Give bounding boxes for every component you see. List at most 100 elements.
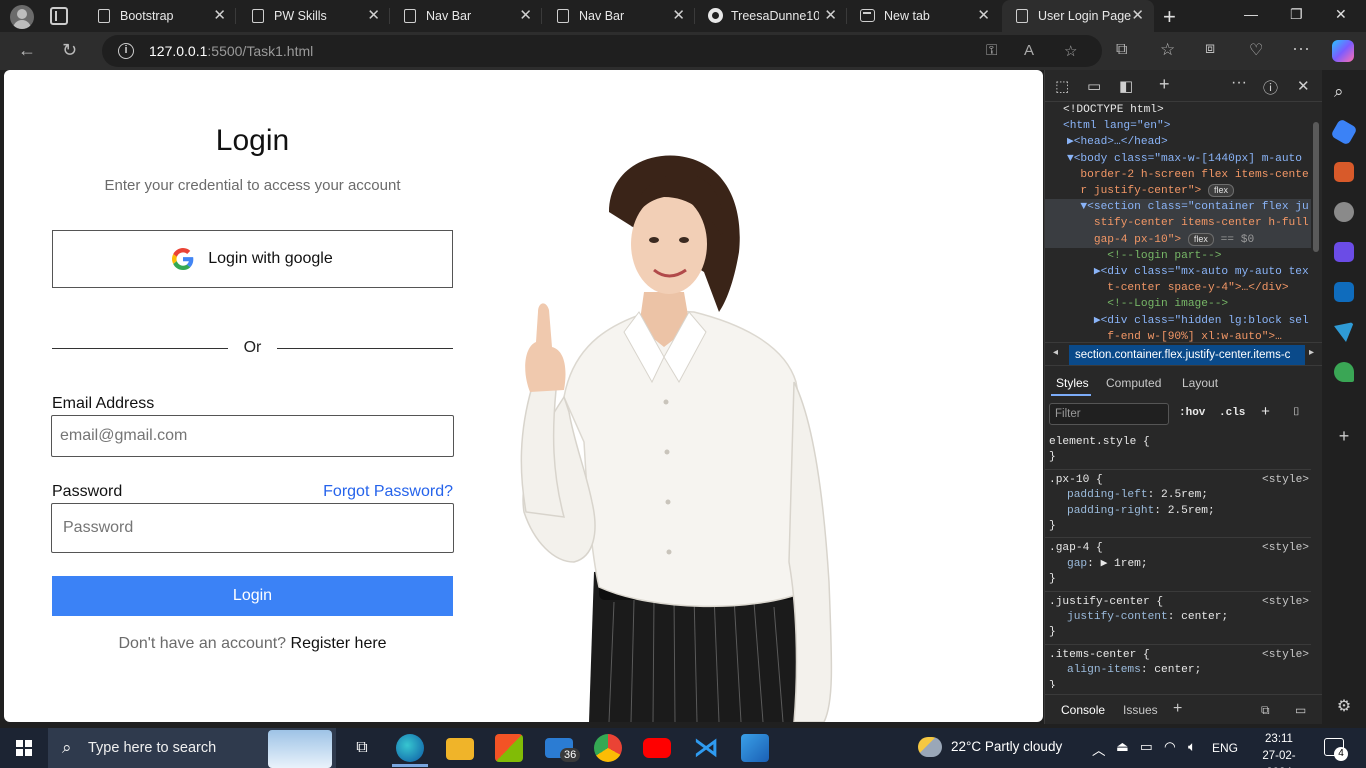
hov-toggle[interactable]: :hov xyxy=(1179,407,1205,419)
read-aloud-icon[interactable]: A xyxy=(1024,42,1034,59)
forgot-password-link[interactable]: Forgot Password? xyxy=(304,483,453,501)
dom-line[interactable]: t-center space-y-4">…</div> xyxy=(1045,280,1311,296)
rule-property[interactable]: justify-content: center; xyxy=(1049,610,1307,625)
tree-icon[interactable] xyxy=(1334,362,1354,382)
tab-console[interactable]: Console xyxy=(1061,703,1105,717)
rule-source[interactable]: <style> xyxy=(1262,648,1309,663)
minimize-icon[interactable]: — xyxy=(1244,6,1258,22)
tab-nav-bar[interactable]: Nav Bar ✕ xyxy=(390,0,542,32)
close-icon[interactable]: ✕ xyxy=(519,6,532,24)
undock-icon[interactable]: ▭ xyxy=(1295,703,1306,717)
paint-brush-icon[interactable]: ⌷ xyxy=(1293,407,1300,419)
help-icon[interactable]: ⓘ xyxy=(1263,77,1278,98)
more-menu-icon[interactable]: ··· xyxy=(1292,38,1310,59)
login-with-google-button[interactable]: Login with google xyxy=(52,230,453,288)
tab-user-login-page[interactable]: User Login Page ✕ xyxy=(1002,0,1154,32)
dom-line-selected[interactable]: gap-4 px-10"> flex == $0 xyxy=(1045,231,1311,248)
register-link[interactable]: Register here xyxy=(291,635,387,652)
tab-styles[interactable]: Styles xyxy=(1056,376,1089,390)
clock[interactable]: 23:11 27-02-2024 xyxy=(1250,731,1308,768)
back-icon[interactable]: ← xyxy=(18,40,36,61)
style-rule[interactable]: element.style { } xyxy=(1045,432,1311,470)
split-screen-icon[interactable]: ⧉ xyxy=(1116,41,1127,59)
dom-line[interactable]: <html lang="en"> xyxy=(1045,118,1311,134)
window-close-icon[interactable]: ✕ xyxy=(1335,6,1347,23)
new-tab-button[interactable]: + xyxy=(1163,4,1176,30)
tab-actions-icon[interactable] xyxy=(50,7,68,25)
restore-icon[interactable]: ❐ xyxy=(1290,6,1303,23)
favorite-star-icon[interactable]: ☆ xyxy=(1064,42,1077,60)
rule-property[interactable]: align-items: center; xyxy=(1049,663,1307,678)
dom-line[interactable]: r justify-center"> flex xyxy=(1045,183,1311,199)
wifi-icon[interactable]: ◠ xyxy=(1164,739,1176,755)
inspect-icon[interactable]: ⬚ xyxy=(1055,77,1069,95)
dom-line-selected[interactable]: stify-center items-center h-full xyxy=(1045,215,1311,232)
dom-line-selected[interactable]: ▼<section class="container flex ju xyxy=(1045,199,1311,216)
profile-avatar-icon[interactable] xyxy=(10,5,34,29)
file-explorer-icon[interactable] xyxy=(446,738,474,760)
copilot-icon[interactable] xyxy=(1332,40,1354,62)
close-icon[interactable]: ✕ xyxy=(672,6,685,24)
vscode-icon[interactable]: ⋊ xyxy=(692,734,720,762)
chrome-icon[interactable] xyxy=(594,734,622,762)
styles-filter-input[interactable]: Filter xyxy=(1049,403,1169,425)
site-info-icon[interactable]: i xyxy=(118,43,134,59)
add-sidebar-app-icon[interactable]: + xyxy=(1334,426,1354,446)
store-icon[interactable] xyxy=(495,734,523,762)
show-hidden-icons[interactable]: ︿ xyxy=(1092,739,1106,759)
tab-nav-bar-2[interactable]: Nav Bar ✕ xyxy=(543,0,695,32)
send-icon[interactable] xyxy=(1334,322,1354,342)
dom-line[interactable]: ▶<head>…</head> xyxy=(1045,134,1311,150)
dom-line[interactable]: <!DOCTYPE html> xyxy=(1045,102,1311,118)
tab-bootstrap[interactable]: Bootstrap ✕ xyxy=(84,0,236,32)
close-icon[interactable]: ✕ xyxy=(367,6,380,24)
taskbar-search[interactable]: ⌕ Type here to search xyxy=(48,728,336,768)
devtools-close-icon[interactable]: ✕ xyxy=(1297,77,1310,95)
collections-icon[interactable]: ⧈ xyxy=(1205,40,1215,58)
outlook-icon[interactable] xyxy=(1334,282,1354,302)
tab-computed[interactable]: Computed xyxy=(1106,376,1161,390)
login-button[interactable]: Login xyxy=(52,576,453,616)
style-rule[interactable]: .justify-center { <style> justify-conten… xyxy=(1045,592,1311,645)
close-icon[interactable]: ✕ xyxy=(977,6,990,24)
password-field[interactable] xyxy=(51,503,454,553)
dom-line[interactable]: ▶<div class="mx-auto my-auto tex xyxy=(1045,264,1311,280)
shopping-tag-icon[interactable] xyxy=(1330,118,1358,146)
browser-essentials-icon[interactable]: ♡ xyxy=(1249,40,1263,60)
add-tab-icon[interactable]: + xyxy=(1159,74,1170,95)
tab-pw-skills[interactable]: PW Skills ✕ xyxy=(238,0,390,32)
usb-icon[interactable]: ⏏ xyxy=(1116,739,1129,755)
breadcrumb-item[interactable]: section.container.flex.justify-center.it… xyxy=(1069,345,1305,365)
microsoft365-icon[interactable] xyxy=(1334,242,1354,262)
tab-new-tab[interactable]: New tab ✕ xyxy=(848,0,1000,32)
dom-line[interactable]: <!--Login image--> xyxy=(1045,296,1311,312)
tools-briefcase-icon[interactable] xyxy=(1334,162,1354,182)
weather-text[interactable]: 22°C Partly cloudy xyxy=(951,739,1062,754)
elements-panel-icon[interactable]: ◧ xyxy=(1119,77,1133,95)
tab-layout[interactable]: Layout xyxy=(1182,376,1218,390)
rule-property[interactable]: padding-right: 2.5rem; xyxy=(1049,504,1307,519)
favorites-icon[interactable]: ☆ xyxy=(1160,40,1175,60)
devtools-more-icon[interactable]: ··· xyxy=(1231,74,1247,92)
edge-app-icon[interactable] xyxy=(396,734,424,762)
add-drawer-tab-icon[interactable]: + xyxy=(1173,700,1182,718)
search-icon[interactable]: ⌕ xyxy=(1334,82,1354,102)
style-rule[interactable]: .items-center { <style> align-items: cen… xyxy=(1045,645,1311,688)
elements-tree[interactable]: <!DOCTYPE html> <html lang="en"> ▶<head>… xyxy=(1045,102,1311,343)
tab-issues[interactable]: Issues xyxy=(1123,703,1158,717)
flex-badge[interactable]: flex xyxy=(1208,184,1235,198)
close-icon[interactable]: ✕ xyxy=(824,6,837,24)
device-icon[interactable]: ▭ xyxy=(1087,77,1101,95)
close-icon[interactable]: ✕ xyxy=(213,6,226,24)
address-bar[interactable]: i 127.0.0.1:5500/Task1.html ⚿ A ☆ xyxy=(102,35,1102,67)
flex-badge[interactable]: flex xyxy=(1187,232,1214,246)
style-rule[interactable]: .px-10 { <style> padding-left: 2.5rem; p… xyxy=(1045,470,1311,539)
dom-line[interactable]: ▼<body class="max-w-[1440px] m-auto xyxy=(1045,151,1311,167)
crumb-right-icon[interactable]: ▸ xyxy=(1309,347,1314,358)
rule-source[interactable]: <style> xyxy=(1262,541,1309,556)
rule-source[interactable]: <style> xyxy=(1262,595,1309,610)
rule-property[interactable]: padding-left: 2.5rem; xyxy=(1049,488,1307,503)
rule-property[interactable]: gap: ▶ 1rem; xyxy=(1049,557,1307,572)
task-view-icon[interactable]: ⧉ xyxy=(348,734,376,762)
dock-icon[interactable]: ⧉ xyxy=(1261,703,1270,718)
